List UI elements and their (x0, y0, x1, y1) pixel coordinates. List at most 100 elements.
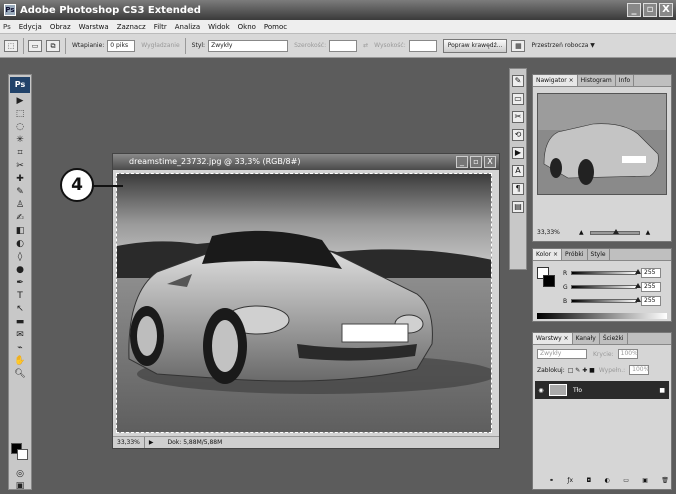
brushes-icon[interactable]: ✎ (512, 75, 524, 87)
tab-paths[interactable]: Ścieżki (600, 333, 628, 344)
channel-value[interactable]: 255 (641, 296, 661, 306)
delete-layer-icon[interactable]: 🗑︎ (661, 477, 669, 484)
marquee-icon[interactable]: ⬚ (12, 109, 28, 120)
marquee-tool-preset-icon[interactable]: ⬚ (4, 39, 18, 52)
channel-slider-knob[interactable] (635, 297, 641, 302)
menu-zaznacz[interactable]: Zaznacz (113, 23, 150, 31)
new-layer-icon[interactable]: ▣ (642, 477, 648, 484)
menu-pomoc[interactable]: Pomoc (260, 23, 291, 31)
magic-wand-icon[interactable]: ✳ (12, 135, 28, 146)
menu-widok[interactable]: Widok (204, 23, 234, 31)
menu-obraz[interactable]: Obraz (46, 23, 75, 31)
layer-row[interactable]: ◉ Tło ■ (535, 381, 669, 399)
actions-icon[interactable]: ▶ (512, 147, 524, 159)
blend-mode-select[interactable]: Zwykły (537, 349, 587, 359)
eye-icon[interactable]: ◉ (535, 387, 547, 394)
channel-slider[interactable] (571, 297, 641, 303)
image-canvas[interactable] (116, 173, 492, 433)
opacity-input[interactable]: 100% (617, 349, 638, 359)
move-icon[interactable]: ▶ (12, 96, 28, 107)
height-input[interactable] (408, 39, 437, 52)
layer-style-icon[interactable]: ƒx (567, 477, 573, 484)
new-group-icon[interactable]: ▭ (623, 477, 629, 484)
menu-okno[interactable]: Okno (234, 23, 260, 31)
bg-color-box[interactable] (543, 275, 555, 287)
lasso-icon[interactable]: ◌ (12, 122, 28, 133)
tab-color[interactable]: Kolor × (533, 249, 563, 260)
brush-icon[interactable]: ✎ (12, 187, 28, 198)
minimize-button[interactable]: _ (627, 3, 641, 17)
slice-icon[interactable]: ✂ (12, 161, 28, 172)
history-icon[interactable]: ⟲ (512, 129, 524, 141)
maximize-button[interactable]: ▫ (643, 3, 657, 17)
screen-mode-icon[interactable]: ▣ (12, 481, 28, 492)
antialias-checkbox[interactable]: Wygładzanie (141, 42, 179, 49)
gradient-icon[interactable]: ◐ (12, 239, 28, 250)
tab-styles[interactable]: Style (588, 249, 610, 260)
notes-icon[interactable]: ✉ (12, 330, 28, 341)
channel-slider[interactable] (571, 269, 641, 275)
adjustment-layer-icon[interactable]: ◐ (605, 477, 610, 484)
tab-channels[interactable]: Kanały (573, 333, 600, 344)
style-select[interactable]: Zwykły (208, 39, 289, 52)
zoom-icon[interactable]: 🔍︎ (12, 369, 28, 380)
menu-filtr[interactable]: Filtr (150, 23, 171, 31)
feather-input[interactable]: 0 piks (107, 39, 136, 52)
blur-icon[interactable]: ◊ (12, 252, 28, 263)
workspace-button[interactable]: Przestrzeń robocza ▼ (531, 42, 594, 49)
document-title-bar[interactable]: dreamstime_23732.jpg @ 33,3% (RGB/8#) _ … (113, 154, 499, 170)
tab-swatches[interactable]: Próbki (562, 249, 588, 260)
paragraph-icon[interactable]: ¶ (512, 183, 524, 195)
channel-value[interactable]: 255 (641, 268, 661, 278)
clone-icon[interactable]: ♙ (12, 200, 28, 211)
tab-info[interactable]: Info (616, 75, 635, 86)
channel-slider-knob[interactable] (635, 283, 641, 288)
path-select-icon[interactable]: ↖ (12, 304, 28, 315)
channel-value[interactable]: 255 (641, 282, 661, 292)
zoom-slider-knob[interactable] (612, 228, 619, 234)
doc-close-button[interactable]: X (484, 156, 496, 168)
swap-icon[interactable]: ⇄ (363, 42, 368, 49)
tab-layers[interactable]: Warstwy × (533, 333, 573, 344)
dodge-icon[interactable]: ● (12, 265, 28, 276)
clone-source-icon[interactable]: ✂ (512, 111, 524, 123)
zoom-level[interactable]: 33,33% (113, 437, 145, 448)
navigator-zoom-slider[interactable] (589, 228, 640, 235)
refine-edge-button[interactable]: Popraw krawędź... (442, 38, 508, 53)
navigator-zoom-value[interactable]: 33,33% (537, 229, 563, 236)
color-ramp[interactable] (537, 313, 667, 319)
hand-icon[interactable]: ✋ (12, 356, 28, 367)
crop-icon[interactable]: ⌗ (12, 148, 28, 159)
navigator-preview[interactable] (537, 93, 667, 195)
pen-icon[interactable]: ✒ (12, 278, 28, 289)
doc-maximize-button[interactable]: ▫ (470, 156, 482, 168)
fill-input[interactable]: 100% (629, 365, 649, 375)
channel-slider[interactable] (571, 283, 641, 289)
character-icon[interactable]: A (512, 165, 524, 177)
history-brush-icon[interactable]: ✍ (12, 213, 28, 224)
doc-minimize-button[interactable]: _ (456, 156, 468, 168)
shape-icon[interactable]: ▬ (12, 317, 28, 328)
tool-presets-icon[interactable]: ▭ (512, 93, 524, 105)
channel-slider-knob[interactable] (635, 269, 641, 274)
eraser-icon[interactable]: ◧ (12, 226, 28, 237)
type-icon[interactable]: T (12, 291, 28, 302)
tab-navigator[interactable]: Nawigator × (533, 75, 578, 86)
layer-comps-icon[interactable]: ▤ (512, 201, 524, 213)
eyedropper-icon[interactable]: ⌁ (12, 343, 28, 354)
status-options-icon[interactable]: ▶ (145, 437, 158, 448)
quick-mask-icon[interactable]: ◎ (12, 469, 28, 480)
menu-warstwa[interactable]: Warstwa (75, 23, 113, 31)
ps-menu-icon[interactable]: Ps (3, 23, 11, 31)
new-selection-icon[interactable]: ▭ (28, 39, 42, 52)
tab-histogram[interactable]: Histogram (578, 75, 616, 86)
lock-icons[interactable]: □ ✎ ✚ ■ (568, 367, 595, 374)
palette-well-icon[interactable]: ▦ (511, 39, 526, 52)
close-button[interactable]: X (659, 3, 673, 17)
add-mask-icon[interactable]: ◘ (586, 477, 591, 484)
background-color-swatch[interactable] (17, 449, 28, 460)
zoom-out-icon[interactable]: ▲ (579, 229, 584, 236)
healing-icon[interactable]: ✚ (12, 174, 28, 185)
add-selection-icon[interactable]: ⧉ (46, 39, 60, 52)
menu-edycja[interactable]: Edycja (15, 23, 46, 31)
